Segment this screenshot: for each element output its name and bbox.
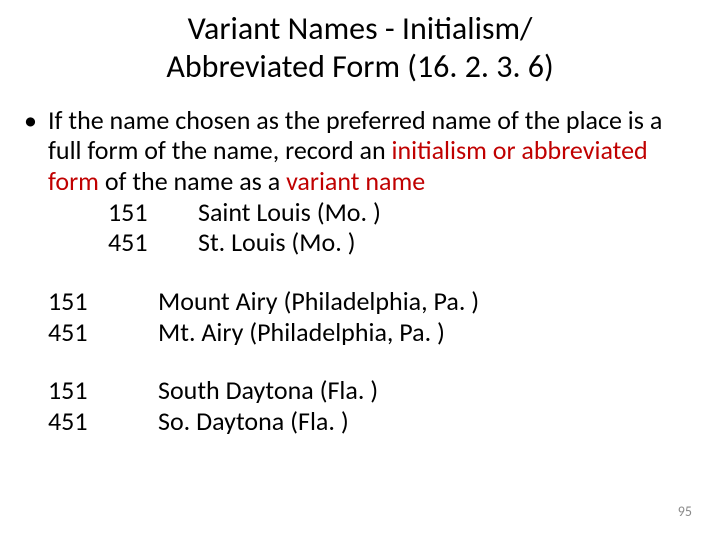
marc-code: 151 — [48, 375, 158, 406]
example-row: 151 South Daytona (Fla. ) — [48, 375, 700, 406]
example-group-3: 151 South Daytona (Fla. ) 451 So. Dayton… — [48, 375, 700, 436]
marc-code: 451 — [108, 227, 198, 258]
bullet-marker: • — [20, 105, 48, 286]
marc-value: Saint Louis (Mo. ) — [198, 197, 700, 228]
slide-title: Variant Names - Initialism/ Abbreviated … — [0, 0, 720, 87]
slide-content: • If the name chosen as the preferred na… — [0, 87, 720, 437]
marc-code: 451 — [48, 317, 158, 348]
marc-value: Mount Airy (Philadelphia, Pa. ) — [158, 286, 700, 317]
title-line-2: Abbreviated Form (16. 2. 3. 6) — [166, 47, 553, 86]
example-group-1: 151 Saint Louis (Mo. ) 451 St. Louis (Mo… — [108, 197, 700, 258]
example-row: 151 Saint Louis (Mo. ) — [108, 197, 700, 228]
marc-value: St. Louis (Mo. ) — [198, 227, 700, 258]
bullet-item: • If the name chosen as the preferred na… — [20, 105, 700, 286]
marc-value: So. Daytona (Fla. ) — [158, 406, 700, 437]
title-line-1: Variant Names - Initialism/ — [188, 9, 533, 48]
marc-code: 451 — [48, 406, 158, 437]
example-group-2: 151 Mount Airy (Philadelphia, Pa. ) 451 … — [48, 286, 700, 347]
marc-code: 151 — [48, 286, 158, 317]
example-row: 451 So. Daytona (Fla. ) — [48, 406, 700, 437]
example-row: 151 Mount Airy (Philadelphia, Pa. ) — [48, 286, 700, 317]
text-segment-4-highlight: variant name — [286, 165, 425, 197]
marc-value: Mt. Airy (Philadelphia, Pa. ) — [158, 317, 700, 348]
page-number: 95 — [678, 503, 692, 520]
example-row: 451 Mt. Airy (Philadelphia, Pa. ) — [48, 317, 700, 348]
example-row: 451 St. Louis (Mo. ) — [108, 227, 700, 258]
text-segment-3: of the name as a — [99, 165, 286, 197]
marc-code: 151 — [108, 197, 198, 228]
marc-value: South Daytona (Fla. ) — [158, 375, 700, 406]
examples-block: 151 Mount Airy (Philadelphia, Pa. ) 451 … — [48, 286, 700, 437]
bullet-text: If the name chosen as the preferred name… — [48, 105, 700, 286]
